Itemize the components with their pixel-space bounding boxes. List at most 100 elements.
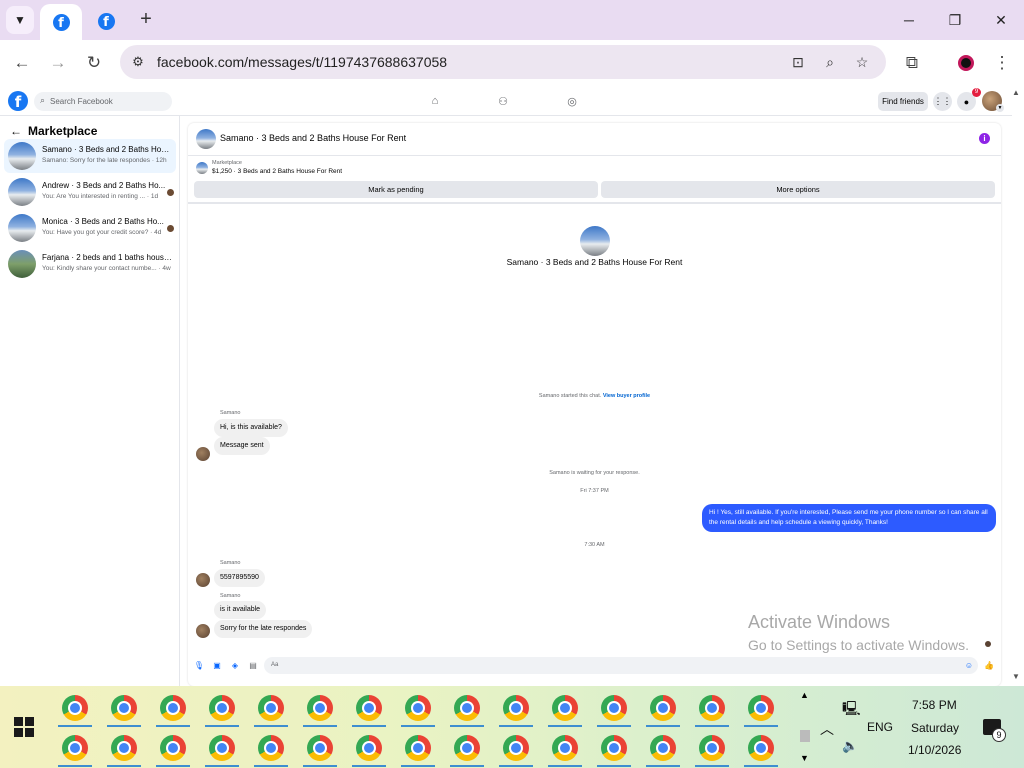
back-button[interactable]: ← [8, 49, 36, 77]
chrome-taskbar-icon[interactable] [209, 695, 235, 721]
friends-icon[interactable]: ⚇ [496, 94, 510, 108]
close-button[interactable]: ✕ [978, 6, 1024, 34]
tab-facebook[interactable]: f [88, 8, 124, 34]
sticker-icon[interactable]: ◈ [230, 660, 240, 670]
chrome-taskbar-icon[interactable] [552, 695, 578, 721]
chrome-taskbar-icon[interactable] [503, 695, 529, 721]
network-icon[interactable]: 🖳 [842, 698, 861, 722]
listing-thumbnail[interactable] [196, 162, 208, 174]
clock-time[interactable]: 7:58 PM [912, 698, 957, 712]
profile-button[interactable] [952, 49, 980, 77]
restore-button[interactable]: ❐ [932, 6, 978, 34]
chrome-taskbar-icon[interactable] [454, 695, 480, 721]
facebook-logo-icon[interactable]: f [8, 91, 28, 111]
gif-icon[interactable]: ▤ [248, 660, 258, 670]
chrome-taskbar-icon[interactable] [160, 735, 186, 761]
page-scroll-up-arrow[interactable]: ▲ [1012, 88, 1020, 97]
extensions-icon[interactable]: ⧉ [898, 49, 926, 77]
chrome-taskbar-icon[interactable] [160, 695, 186, 721]
chrome-taskbar-icon[interactable] [405, 695, 431, 721]
taskbar-scroll-thumb[interactable] [800, 730, 810, 742]
forward-button[interactable]: → [44, 49, 72, 77]
url-text[interactable]: facebook.com/messages/t/1197437688637058 [157, 54, 447, 70]
reload-button[interactable]: ↻ [80, 49, 108, 77]
groups-icon[interactable]: ◎ [565, 94, 579, 108]
chrome-taskbar-icon[interactable] [258, 695, 284, 721]
chevron-up-icon[interactable]: ︿ [820, 719, 834, 739]
mark-as-pending-button[interactable]: Mark as pending [194, 181, 598, 198]
incoming-message[interactable]: 5597895590 [214, 569, 265, 587]
browser-menu-icon[interactable]: ⋮ [988, 49, 1016, 77]
address-bar[interactable]: ⚙ facebook.com/messages/t/11974376886370… [120, 45, 886, 79]
chrome-taskbar-icon[interactable] [650, 735, 676, 761]
chrome-taskbar-icon[interactable] [307, 695, 333, 721]
new-tab-button[interactable]: + [134, 8, 158, 32]
chrome-taskbar-icon[interactable] [258, 735, 284, 761]
chrome-taskbar-icon[interactable] [601, 735, 627, 761]
incoming-message[interactable]: Sorry for the late respondes [214, 620, 313, 638]
page-scroll-down-arrow[interactable]: ▼ [1012, 672, 1020, 681]
home-icon[interactable]: ⌂ [428, 94, 442, 108]
photo-icon[interactable]: ▣ [212, 660, 222, 670]
listing-price[interactable]: $1,250 · 3 Beds and 2 Baths House For Re… [212, 168, 342, 175]
conversation-item[interactable]: Farjana · 2 beds and 1 baths house... Yo… [4, 247, 176, 281]
chrome-taskbar-icon[interactable] [356, 735, 382, 761]
language-indicator[interactable]: ENG [867, 720, 893, 734]
incoming-message[interactable]: Hi, is this available? [214, 419, 288, 437]
taskbar-scroll[interactable]: ▲ ▼ [798, 686, 812, 768]
taskbar-scroll-down-icon[interactable]: ▼ [800, 753, 809, 763]
conversation-item[interactable]: Monica · 3 Beds and 2 Baths Ho... You: H… [4, 211, 176, 245]
view-buyer-profile-link[interactable]: View buyer profile [603, 393, 650, 399]
chrome-taskbar-icon[interactable] [699, 735, 725, 761]
windows-start-icon[interactable] [14, 717, 34, 737]
menu-grid-icon[interactable]: ⋮⋮ [933, 92, 952, 111]
incoming-message[interactable]: Message sent [214, 437, 270, 455]
emoji-icon[interactable]: ☺ [964, 660, 974, 670]
zoom-icon[interactable]: ⌕ [820, 52, 840, 72]
chrome-taskbar-icon[interactable] [111, 695, 137, 721]
microphone-icon[interactable]: 🎙 [194, 660, 204, 670]
chrome-taskbar-icon[interactable] [307, 735, 333, 761]
install-app-icon[interactable]: ⊡ [788, 52, 808, 72]
chrome-taskbar-icon[interactable] [650, 695, 676, 721]
volume-icon[interactable]: 🔈 [842, 738, 858, 754]
incoming-message[interactable]: is it available [214, 601, 267, 619]
search-input[interactable]: ⌕ Search Facebook [34, 92, 172, 111]
tab-search-button[interactable]: ▼ [6, 6, 34, 34]
chrome-taskbar-icon[interactable] [552, 735, 578, 761]
chrome-taskbar-icon[interactable] [62, 695, 88, 721]
taskbar-scroll-up-icon[interactable]: ▲ [800, 690, 809, 700]
conversation-item[interactable]: Samano · 3 Beds and 2 Baths Hous... Sama… [4, 139, 176, 173]
message-input[interactable]: Aa [264, 657, 978, 674]
account-caret-icon[interactable]: ▼ [996, 104, 1004, 112]
chrome-taskbar-icon[interactable] [405, 735, 431, 761]
chrome-taskbar-icon[interactable] [111, 735, 137, 761]
clock-date[interactable]: 1/10/2026 [908, 743, 961, 757]
sender-avatar[interactable] [196, 624, 210, 638]
outgoing-message[interactable]: Hi ! Yes, still available. If you're int… [702, 504, 996, 532]
back-arrow-icon[interactable]: ← [10, 124, 22, 138]
chat-header-avatar[interactable] [196, 129, 216, 149]
clock-day[interactable]: Saturday [911, 721, 959, 735]
more-options-button[interactable]: More options [601, 181, 995, 198]
chat-header-name[interactable]: Samano · 3 Beds and 2 Baths House For Re… [220, 133, 406, 143]
info-icon[interactable]: i [979, 133, 990, 144]
chrome-taskbar-icon[interactable] [356, 695, 382, 721]
sender-avatar[interactable] [196, 447, 210, 461]
sender-avatar[interactable] [196, 573, 210, 587]
chrome-taskbar-icon[interactable] [601, 695, 627, 721]
like-icon[interactable]: 👍 [984, 660, 994, 670]
chrome-taskbar-icon[interactable] [209, 735, 235, 761]
chrome-taskbar-icon[interactable] [503, 735, 529, 761]
chrome-taskbar-icon[interactable] [748, 695, 774, 721]
chrome-taskbar-icon[interactable] [699, 695, 725, 721]
minimize-button[interactable]: ─ [886, 6, 932, 34]
chrome-taskbar-icon[interactable] [454, 735, 480, 761]
conversation-item[interactable]: Andrew · 3 Beds and 2 Baths Ho... You: A… [4, 175, 176, 209]
bookmark-star-icon[interactable]: ☆ [852, 52, 872, 72]
chrome-taskbar-icon[interactable] [748, 735, 774, 761]
site-info-icon[interactable]: ⚙ [128, 52, 148, 72]
chrome-taskbar-icon[interactable] [62, 735, 88, 761]
find-friends-button[interactable]: Find friends [878, 92, 928, 111]
tab-facebook-active[interactable]: f [40, 4, 82, 40]
